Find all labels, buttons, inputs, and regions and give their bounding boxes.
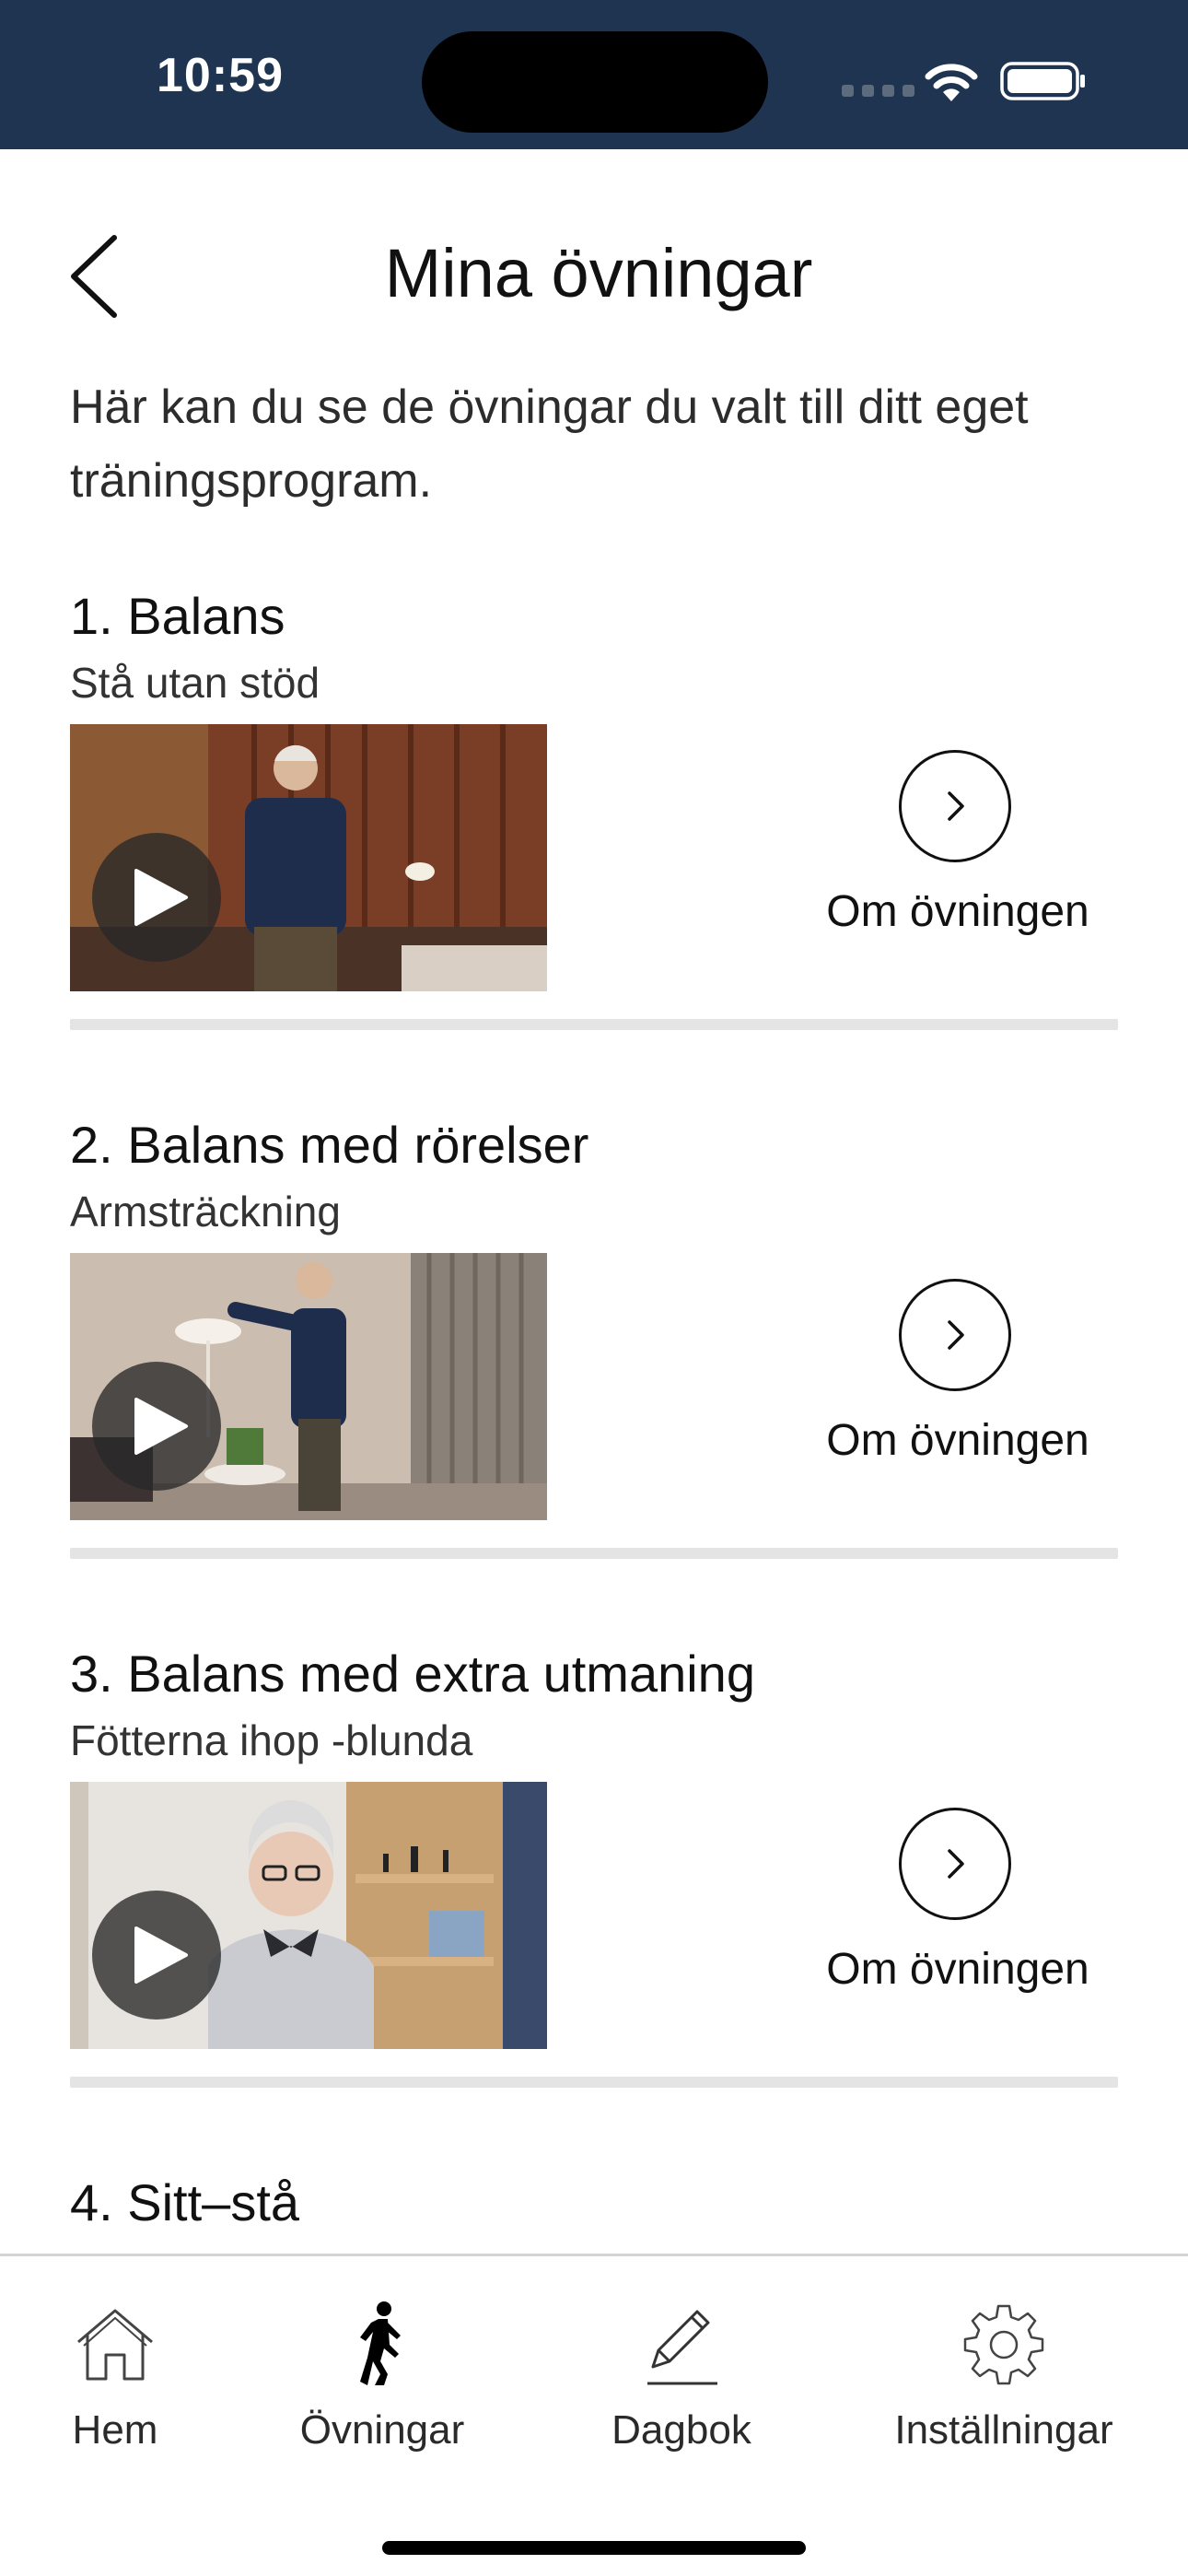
exercise-title: 2. Balans med rörelser <box>70 1116 589 1174</box>
section-divider <box>70 1019 1118 1030</box>
tab-label: Dagbok <box>611 2407 751 2453</box>
play-icon <box>134 1398 188 1455</box>
tab-settings[interactable]: Inställningar <box>884 2299 1124 2483</box>
tab-label: Övningar <box>299 2407 465 2453</box>
chevron-right-circle-icon <box>899 750 1011 862</box>
about-exercise-label: Om övningen <box>826 887 1089 936</box>
status-bar: 10:59 <box>0 0 1188 149</box>
about-exercise-button[interactable]: Om övningen <box>810 743 1105 964</box>
play-button[interactable] <box>92 1362 221 1491</box>
exercise-card: 1. Balans Stå utan stöd Om övningen <box>0 586 1188 1115</box>
cellular-signal-icon <box>842 85 914 97</box>
about-exercise-button[interactable]: Om övningen <box>810 1271 1105 1493</box>
tab-home[interactable]: Hem <box>55 2299 175 2483</box>
about-exercise-label: Om övningen <box>826 1945 1089 1994</box>
tab-diary[interactable]: Dagbok <box>589 2299 774 2483</box>
battery-icon <box>1000 62 1085 100</box>
exercise-video-thumbnail[interactable] <box>70 724 547 991</box>
play-button[interactable] <box>92 1891 221 2020</box>
walking-person-icon <box>285 2299 479 2391</box>
play-icon <box>134 869 188 926</box>
exercise-card: 3. Balans med extra utmaning Fötterna ih… <box>0 1644 1188 2172</box>
about-exercise-label: Om övningen <box>826 1416 1089 1465</box>
intro-text: Här kan du se de övningar du valt till d… <box>70 381 1029 508</box>
tab-bar: Hem Övningar Dagbok Inställningar <box>0 2254 1188 2576</box>
exercise-title: 1. Balans <box>70 587 285 645</box>
tab-label: Inställningar <box>894 2407 1113 2453</box>
tab-exercises[interactable]: Övningar <box>285 2299 479 2483</box>
pencil-icon <box>589 2299 774 2391</box>
exercise-subtitle: Fötterna ihop -blunda <box>70 1716 473 1764</box>
exercise-card: 4. Sitt–stå <box>0 2172 1188 2255</box>
section-divider <box>70 1548 1118 1559</box>
status-time: 10:59 <box>157 49 284 102</box>
tab-label: Hem <box>72 2407 158 2453</box>
exercise-subtitle: Armsträckning <box>70 1188 341 1235</box>
gear-icon <box>884 2299 1124 2391</box>
wifi-icon <box>925 64 978 101</box>
exercise-video-thumbnail[interactable] <box>70 1253 547 1520</box>
dynamic-island <box>422 31 768 133</box>
chevron-right-circle-icon <box>899 1279 1011 1391</box>
exercise-title: 4. Sitt–stå <box>70 2173 300 2231</box>
exercise-title: 3. Balans med extra utmaning <box>70 1645 755 1703</box>
play-icon <box>134 1926 188 1984</box>
exercise-card: 2. Balans med rörelser Armsträckning Om … <box>0 1115 1188 1644</box>
chevron-right-circle-icon <box>899 1808 1011 1920</box>
about-exercise-button[interactable]: Om övningen <box>810 1800 1105 2021</box>
section-divider <box>70 2077 1118 2088</box>
play-button[interactable] <box>92 833 221 962</box>
house-icon <box>55 2299 175 2391</box>
home-indicator <box>382 2541 806 2555</box>
exercise-subtitle: Stå utan stöd <box>70 659 320 707</box>
page-title: Mina övningar <box>384 235 813 311</box>
exercise-video-thumbnail[interactable] <box>70 1782 547 2049</box>
